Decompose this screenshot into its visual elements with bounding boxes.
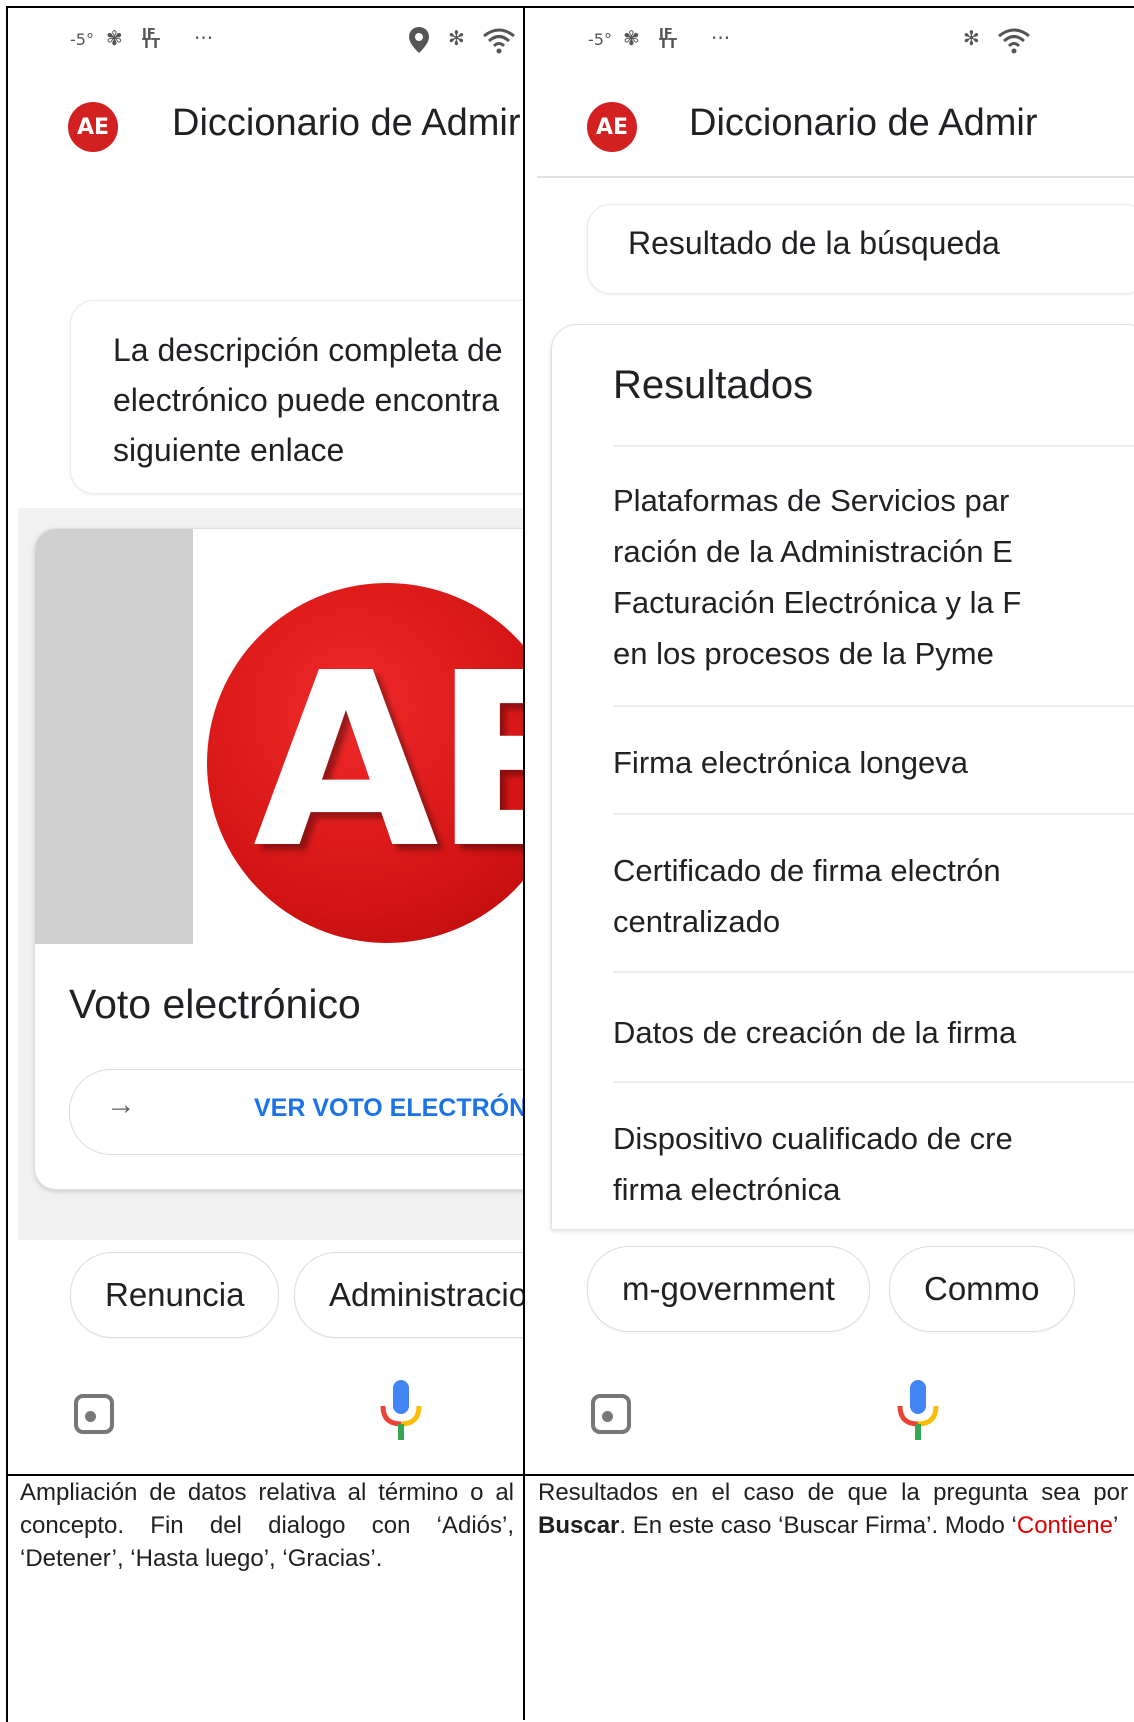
app-badge[interactable]: AE — [68, 102, 118, 152]
result-card[interactable]: AE Voto electrónico → VER VOTO ELECTRÓNI… — [34, 528, 523, 1190]
suggestion-chip[interactable]: Administracio — [294, 1252, 523, 1338]
wifi-icon — [997, 26, 1031, 54]
query-bubble: Resultado de la búsqueda — [587, 204, 1134, 294]
result-line: Firma electrónica longeva — [613, 745, 968, 780]
suggestion-chip[interactable]: Commo — [889, 1246, 1075, 1332]
app-header: AE Diccionario de Admir — [8, 94, 523, 164]
more-icon: ··· — [194, 26, 214, 50]
app-badge[interactable]: AE — [587, 102, 637, 152]
ifttt-icon: IFTT — [659, 27, 678, 52]
caption-bold: Buscar — [538, 1512, 620, 1539]
result-item[interactable]: Dispositivo cualificado de cre firma ele… — [552, 1113, 1134, 1215]
logo-image: AE — [207, 583, 523, 943]
app-header: AE Diccionario de Admir — [525, 94, 1134, 164]
wifi-icon — [482, 26, 516, 54]
caption-highlight: Contiene — [1016, 1512, 1113, 1539]
image-placeholder — [35, 529, 193, 944]
view-link-label: VER VOTO ELECTRÓNIC — [254, 1094, 523, 1122]
result-line: Facturación Electrónica y la F — [613, 585, 1022, 620]
result-line: Dispositivo cualificado de cre — [613, 1121, 1013, 1156]
query-text: Resultado de la búsqueda — [628, 225, 1000, 261]
suggestion-chip[interactable]: m-government — [587, 1246, 870, 1332]
column-divider — [523, 6, 525, 1720]
divider — [613, 445, 1134, 447]
arrow-right-icon: → — [106, 1088, 136, 1121]
result-line: Datos de creación de la firma — [613, 1015, 1017, 1050]
result-line: en los procesos de la Pyme — [613, 636, 994, 671]
card-title: Voto electrónico — [69, 981, 361, 1027]
message-text: La descripción completa de electrónico p… — [113, 325, 503, 475]
result-item[interactable]: Plataformas de Servicios par ración de l… — [552, 475, 1134, 679]
divider — [613, 971, 1134, 973]
result-item[interactable]: Datos de creación de la firma — [552, 1007, 1134, 1058]
result-item[interactable]: Certificado de firma electrón centraliza… — [552, 845, 1134, 947]
message-line: siguiente enlace — [113, 432, 345, 468]
bluetooth-icon: ✻ — [448, 26, 465, 50]
lens-icon[interactable] — [74, 1394, 114, 1434]
divider — [613, 705, 1134, 707]
result-line: firma electrónica — [613, 1172, 841, 1207]
right-caption: Resultados en el caso de que la pregunta… — [538, 1476, 1128, 1720]
location-icon — [408, 26, 430, 54]
divider — [613, 813, 1134, 815]
temperature-text: -5° — [70, 30, 94, 49]
caption-text: ’ — [1112, 1512, 1119, 1539]
result-line: ración de la Administración E — [613, 534, 1013, 569]
message-line: La descripción completa de — [113, 332, 503, 368]
result-item[interactable]: Firma electrónica longeva — [552, 737, 1134, 788]
temperature-text: -5° — [588, 30, 612, 49]
right-screenshot: -5° ✾ IFTT ··· ✻ AE Diccionario de Admir… — [525, 8, 1134, 1474]
status-bar: -5° ✾ IFTT ··· ✻ — [8, 22, 523, 62]
suggestion-chip[interactable]: Renuncia — [70, 1252, 280, 1338]
assistant-message: La descripción completa de electrónico p… — [70, 300, 523, 494]
microphone-icon[interactable] — [378, 1378, 424, 1444]
result-line: centralizado — [613, 904, 781, 939]
left-caption: Ampliación de datos relativa al término … — [20, 1479, 514, 1572]
message-line: electrónico puede encontra — [113, 382, 500, 418]
results-heading: Resultados — [613, 363, 814, 407]
divider — [613, 1081, 1134, 1083]
fan-icon: ✾ — [106, 26, 123, 50]
more-icon: ··· — [711, 26, 731, 50]
caption-text: Resultados en el caso de que la pregunta… — [538, 1479, 1128, 1506]
microphone-icon[interactable] — [895, 1378, 941, 1444]
result-line: Certificado de firma electrón — [613, 853, 1001, 888]
app-title: Diccionario de Admir — [689, 102, 1038, 144]
left-screenshot: -5° ✾ IFTT ··· ✻ AE Diccionario de Admir… — [8, 8, 523, 1474]
header-divider — [537, 176, 1134, 178]
app-title: Diccionario de Admir — [172, 102, 521, 144]
ifttt-icon: IFTT — [142, 27, 161, 52]
bluetooth-icon: ✻ — [963, 26, 980, 50]
fan-icon: ✾ — [623, 26, 640, 50]
results-card: Resultados Plataformas de Servicios par … — [551, 324, 1134, 1229]
logo-text: AE — [253, 621, 523, 901]
lens-icon[interactable] — [591, 1394, 631, 1434]
result-line: Plataformas de Servicios par — [613, 483, 1010, 518]
view-link-button[interactable]: → VER VOTO ELECTRÓNIC — [69, 1069, 523, 1155]
status-bar: -5° ✾ IFTT ··· ✻ — [525, 22, 1134, 62]
caption-text: . En este caso ‘Buscar Firma’. Modo ‘ — [619, 1512, 1017, 1539]
